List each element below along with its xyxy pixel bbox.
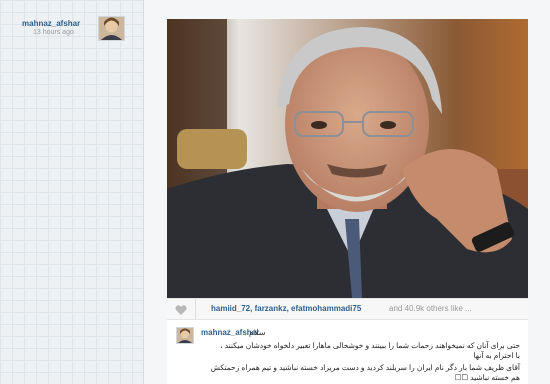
caption-line-1: حتی برای آنان که نمیخواهند زحمات شما را …	[220, 341, 520, 350]
likes-bar: hamiid_72, farzankz, efatmohammadi75 and…	[167, 298, 528, 320]
feed-left-column: mahnaz_afshar 13 hours ago	[0, 0, 143, 384]
caption-box: mahnaz_afshar سلام حتی برای آنان که نمیخ…	[167, 320, 528, 384]
caption-greeting: سلام	[249, 328, 266, 337]
caption-avatar[interactable]	[176, 327, 194, 344]
heart-icon[interactable]	[175, 303, 187, 315]
portrait-image	[167, 19, 528, 298]
caption-line-3: آقای ظریف شما بار دگر نام ایران را سربلن…	[210, 363, 520, 372]
avatar-image	[99, 17, 124, 40]
post-photo[interactable]	[167, 19, 528, 298]
author-avatar[interactable]	[98, 16, 125, 41]
caption-line-4: هم خسته نباشید ☐☐	[454, 373, 520, 382]
caption-line-2: با احترام به آنها	[473, 351, 521, 360]
liker-names[interactable]: hamiid_72, farzankz, efatmohammadi75	[211, 304, 361, 313]
likes-others-count[interactable]: and 40.9k others like ...	[389, 304, 472, 313]
post-timestamp[interactable]: 13 hours ago	[33, 29, 74, 36]
post-author-name[interactable]: mahnaz_afshar	[22, 19, 80, 28]
avatar-image	[177, 328, 193, 343]
likes-separator	[195, 299, 196, 319]
